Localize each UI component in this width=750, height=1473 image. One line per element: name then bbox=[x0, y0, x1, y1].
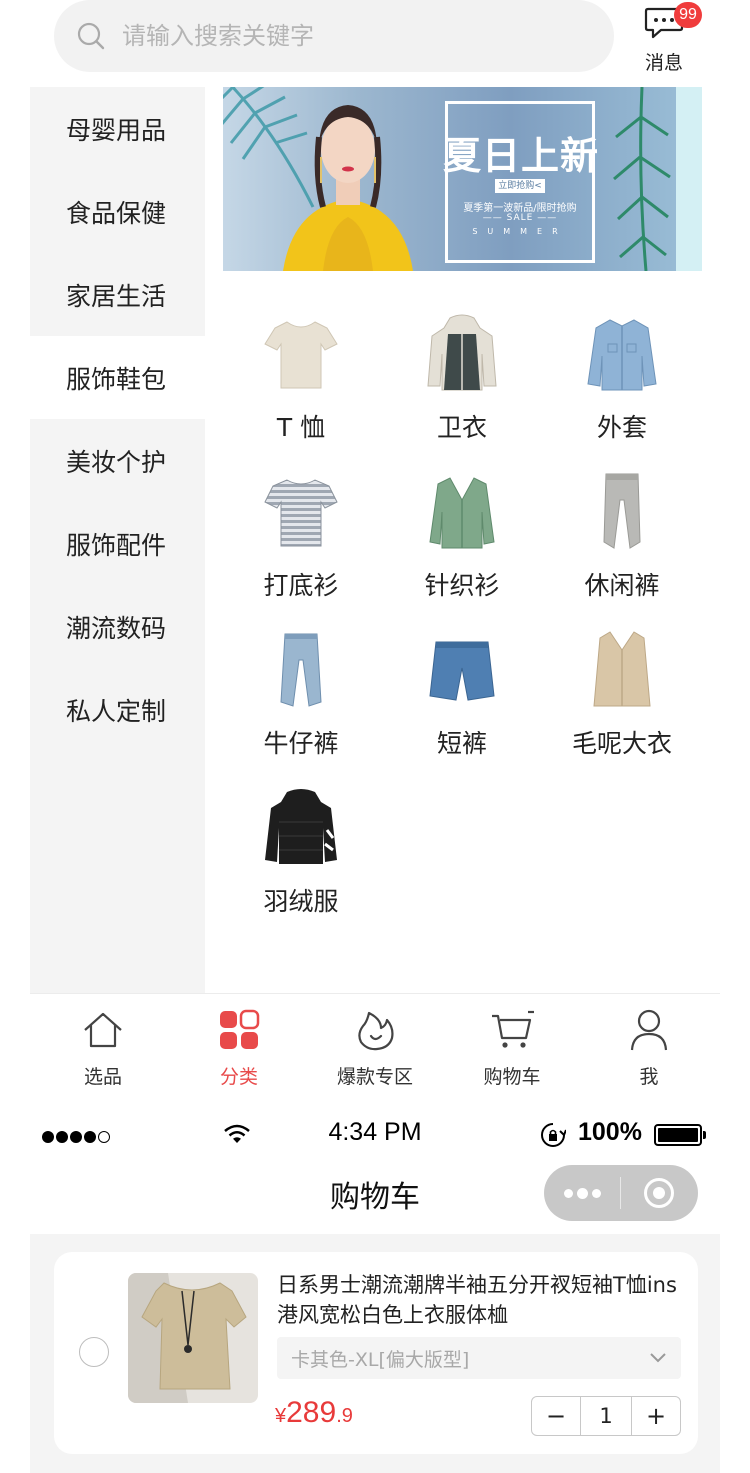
cart-icon bbox=[492, 1010, 534, 1048]
down-jacket-icon bbox=[265, 789, 337, 864]
price-integer: 289 bbox=[286, 1396, 337, 1429]
product-name: 毛呢大衣 bbox=[571, 729, 672, 758]
category-item-digital[interactable]: 潮流数码 bbox=[30, 585, 205, 668]
category-item-beauty[interactable]: 美妆个护 bbox=[30, 419, 205, 502]
denim-jacket-icon bbox=[587, 319, 657, 391]
model-photo bbox=[283, 105, 413, 271]
banner-summer: SUMMER bbox=[472, 227, 568, 236]
tab-me[interactable]: 我 bbox=[589, 1008, 709, 1089]
tab-hot-deals[interactable]: 爆款专区 bbox=[315, 1008, 435, 1089]
tab-label: 选品 bbox=[83, 1066, 122, 1088]
category-icon bbox=[220, 1009, 260, 1049]
banner-sale: —— SALE —— bbox=[482, 213, 558, 223]
messages-label: 消息 bbox=[644, 52, 683, 74]
price-currency: ¥ bbox=[275, 1405, 287, 1427]
user-icon bbox=[630, 1009, 668, 1051]
bottom-tab-bar: 选品 分类 爆款专区 购物车 我 bbox=[30, 993, 720, 1093]
product-name: 外套 bbox=[596, 413, 647, 442]
spec-value: 卡其色-XL[偏大版型] bbox=[291, 1348, 470, 1371]
category-item-maternal[interactable]: 母婴用品 bbox=[30, 87, 205, 170]
battery-icon bbox=[654, 1124, 706, 1146]
product-name: 针织衫 bbox=[424, 571, 500, 600]
cart-item-price: ¥289.9 bbox=[275, 1396, 353, 1430]
message-badge: 99 bbox=[674, 2, 702, 28]
tab-category[interactable]: 分类 bbox=[179, 1008, 299, 1089]
product-wool-coat[interactable]: 毛呢大衣 bbox=[542, 630, 702, 760]
quantity-stepper: − + bbox=[531, 1396, 681, 1436]
tab-label: 分类 bbox=[219, 1066, 258, 1088]
flame-icon bbox=[358, 1011, 394, 1051]
promo-banner[interactable]: 夏日上新 立即抢购< 夏季第一波新品/限时抢购 —— SALE —— SUMME… bbox=[223, 87, 702, 271]
tab-label: 购物车 bbox=[483, 1066, 541, 1088]
product-down-jacket[interactable]: 羽绒服 bbox=[221, 788, 381, 918]
search-input[interactable] bbox=[122, 22, 562, 50]
decrease-button[interactable]: − bbox=[532, 1397, 580, 1435]
more-options-button[interactable] bbox=[544, 1165, 620, 1221]
banner-title: 夏日上新 bbox=[442, 133, 599, 178]
product-name: 短裤 bbox=[436, 729, 487, 758]
mini-program-capsule bbox=[544, 1165, 698, 1221]
product-jacket[interactable]: 外套 bbox=[542, 314, 702, 444]
striped-shirt-icon bbox=[264, 479, 338, 547]
spec-selector[interactable]: 卡其色-XL[偏大版型] bbox=[277, 1337, 681, 1379]
quantity-input[interactable] bbox=[580, 1397, 632, 1435]
banner-subtitle: 夏季第一波新品/限时抢购 bbox=[463, 203, 577, 214]
product-hoodie[interactable]: 卫衣 bbox=[382, 314, 542, 444]
category-item-apparel[interactable]: 服饰鞋包 bbox=[30, 336, 205, 419]
category-item-custom[interactable]: 私人定制 bbox=[30, 668, 205, 751]
category-item-home[interactable]: 家居生活 bbox=[30, 253, 205, 336]
product-casual-pants[interactable]: 休闲裤 bbox=[542, 472, 702, 602]
select-item-checkbox[interactable] bbox=[79, 1337, 109, 1367]
product-name: T 恤 bbox=[276, 413, 326, 442]
palm-leaf-decoration bbox=[613, 87, 671, 271]
hoodie-icon bbox=[427, 314, 497, 391]
tab-select[interactable]: 选品 bbox=[43, 1008, 163, 1089]
category-item-accessories[interactable]: 服饰配件 bbox=[30, 502, 205, 585]
status-bar: 4:34 PM 100% bbox=[0, 1108, 750, 1160]
tshirt-icon bbox=[264, 321, 338, 389]
product-shorts[interactable]: 短裤 bbox=[382, 630, 542, 760]
product-basic-shirt[interactable]: 打底衫 bbox=[221, 472, 381, 602]
messages-button[interactable]: 99 消息 bbox=[638, 2, 702, 74]
cart-item-title[interactable]: 日系男士潮流潮牌半袖五分开衩短袖T恤ins港风宽松白色上衣服体桖 bbox=[277, 1270, 682, 1330]
product-name: 打底衫 bbox=[263, 571, 339, 600]
product-cardigan[interactable]: 针织衫 bbox=[382, 472, 542, 602]
product-name: 牛仔裤 bbox=[263, 729, 339, 758]
increase-button[interactable]: + bbox=[632, 1397, 680, 1435]
category-sidebar: 母婴用品 食品保健 家居生活 服饰鞋包 美妆个护 服饰配件 潮流数码 私人定制 bbox=[30, 87, 205, 993]
joggers-icon bbox=[603, 473, 641, 549]
category-item-food[interactable]: 食品保健 bbox=[30, 170, 205, 253]
shorts-icon bbox=[429, 641, 495, 701]
product-name: 卫衣 bbox=[436, 413, 487, 442]
product-name: 羽绒服 bbox=[263, 887, 339, 916]
price-decimal: .9 bbox=[336, 1405, 353, 1427]
target-icon bbox=[644, 1178, 674, 1208]
rotation-lock-icon bbox=[541, 1123, 566, 1147]
tab-cart[interactable]: 购物车 bbox=[452, 1008, 572, 1089]
close-mini-program-button[interactable] bbox=[621, 1165, 697, 1221]
chevron-down-icon bbox=[650, 1353, 666, 1363]
wool-coat-icon bbox=[593, 631, 651, 707]
tab-label: 爆款专区 bbox=[336, 1066, 413, 1088]
battery-percent: 100% bbox=[578, 1118, 642, 1146]
jeans-icon bbox=[280, 633, 322, 707]
product-name: 休闲裤 bbox=[584, 571, 660, 600]
search-bar[interactable] bbox=[54, 0, 614, 72]
cardigan-icon bbox=[429, 477, 495, 549]
banner-buy-button[interactable]: 立即抢购< bbox=[495, 179, 545, 193]
tab-label: 我 bbox=[639, 1066, 659, 1088]
cart-item: 日系男士潮流潮牌半袖五分开衩短袖T恤ins港风宽松白色上衣服体桖 卡其色-XL[… bbox=[54, 1252, 698, 1454]
search-icon bbox=[77, 22, 105, 50]
product-image[interactable] bbox=[128, 1273, 258, 1403]
product-tshirt[interactable]: T 恤 bbox=[221, 314, 381, 444]
banner-edge bbox=[676, 87, 702, 271]
home-icon bbox=[84, 1012, 122, 1048]
product-jeans[interactable]: 牛仔裤 bbox=[221, 630, 381, 760]
